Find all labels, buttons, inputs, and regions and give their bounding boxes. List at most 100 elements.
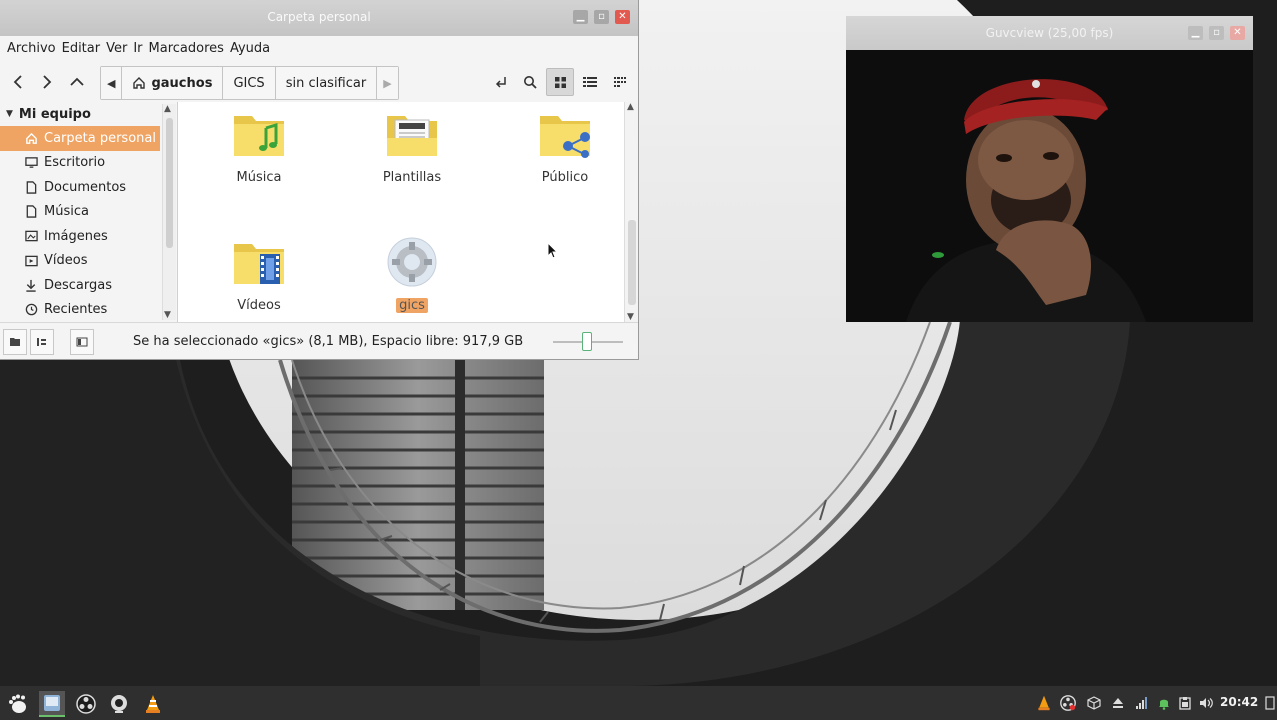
breadcrumb-gics[interactable]: GICS [223,67,276,99]
breadcrumb-gauchos[interactable]: gauchos [122,67,224,99]
toggle-location-button[interactable] [487,68,515,96]
file-item-label: Público [541,170,589,185]
bell-icon [1159,699,1169,710]
maximize-button[interactable]: ▫ [594,10,609,24]
file-item-plantillas[interactable]: Plantillas [352,108,472,185]
tray-network[interactable] [1132,693,1152,713]
file-item-publico[interactable]: Público [505,108,625,185]
menu-ayuda[interactable]: Ayuda [227,41,273,56]
tray-notifications[interactable] [1154,693,1174,713]
tree-icon [37,338,46,346]
taskbar: 20:42 [0,686,1277,720]
location-toggle-icon [495,77,506,88]
sidebar-icon [76,337,88,347]
minimize-button[interactable]: ▁ [1188,26,1203,40]
up-button[interactable] [63,68,91,96]
templates-folder-icon [387,116,437,156]
tray-clipboard[interactable] [1175,693,1195,713]
taskbar-obs[interactable] [73,691,99,717]
file-item-musica[interactable]: Música [199,108,319,185]
sidebar-item-imagenes[interactable]: Imágenes [0,224,177,249]
cube-icon [1087,696,1101,710]
app-menu-button[interactable] [4,691,30,717]
menu-ver[interactable]: Ver [103,41,130,56]
video-icon [24,254,38,268]
scroll-up-icon[interactable]: ▲ [164,104,171,114]
scroll-up-icon[interactable]: ▲ [627,102,634,112]
tray-volume[interactable] [1196,693,1216,713]
icon-view-button[interactable] [546,68,574,96]
file-item-label: gics [396,298,428,313]
sidebar-item-videos[interactable]: Vídeos [0,249,177,274]
compact-view-icon [614,77,626,87]
forward-button[interactable] [33,68,61,96]
volume-icon [1200,698,1213,708]
taskbar-guvcview[interactable] [106,691,132,717]
tray-dropbox[interactable] [1084,693,1104,713]
close-button[interactable]: ✕ [615,10,630,24]
collapse-arrow-icon: ▼ [6,109,13,119]
sidebar-item-label: Vídeos [44,253,88,269]
sidebar-header-label: Mi equipo [18,106,91,122]
compact-view-button[interactable] [606,68,634,96]
menu-marcadores[interactable]: Marcadores [146,41,227,56]
list-view-button[interactable] [576,68,604,96]
sidebar-item-escritorio[interactable]: Escritorio [0,151,177,176]
sidebar-item-recientes[interactable]: Recientes [0,298,177,323]
file-item-gics[interactable]: gics [352,236,472,313]
breadcrumb-left-arrow[interactable]: ◀ [101,67,123,99]
vlc-icon [1038,695,1050,711]
show-places-button[interactable] [3,329,27,355]
minimize-button[interactable]: ▁ [573,10,588,24]
menu-ir[interactable]: Ir [130,41,145,56]
sidebar-item-label: Recientes [44,302,108,318]
sidebar-item-descargas[interactable]: Descargas [0,273,177,298]
back-button[interactable] [4,68,32,96]
sidebar-scroll-thumb[interactable] [166,118,173,248]
menu-bar: Archivo Editar Ver Ir Marcadores Ayuda [0,36,638,60]
close-button[interactable]: ✕ [1230,26,1245,40]
gnome-foot-icon [9,694,26,713]
sidebar-item-label: Imágenes [44,228,108,244]
tray-vlc[interactable] [1034,693,1054,713]
sidebar-scrollbar[interactable]: ▲ ▼ [162,104,176,320]
file-item-videos[interactable]: Vídeos [199,236,319,313]
show-tree-button[interactable] [30,329,54,355]
webcam-video-feed [846,50,1253,322]
sidebar-item-musica[interactable]: Música [0,200,177,225]
content-scroll-thumb[interactable] [628,220,636,305]
title-bar[interactable]: Carpeta personal ▁ ▫ ✕ [0,0,638,36]
content-scrollbar[interactable]: ▲ ▼ [624,102,638,322]
signal-icon [1136,697,1147,709]
tray-obs[interactable] [1058,693,1078,713]
mouse-pointer-icon [547,242,559,259]
clock[interactable]: 20:42 [1220,695,1258,709]
toggle-sidebar-button[interactable] [70,329,94,355]
tray-session[interactable] [1260,693,1277,713]
taskbar-vlc[interactable] [140,691,166,717]
file-manager-icon [44,695,60,711]
taskbar-file-manager[interactable] [39,691,65,717]
sidebar-item-documentos[interactable]: Documentos [0,175,177,200]
menu-archivo[interactable]: Archivo [4,41,59,56]
menu-editar[interactable]: Editar [59,41,104,56]
home-icon [133,77,146,89]
breadcrumb-right-arrow[interactable]: ▶ [377,67,398,99]
title-bar[interactable]: Guvcview (25,00 fps) ▁ ▫ ✕ [846,16,1253,50]
obs-icon [76,694,96,714]
forward-icon [43,75,52,89]
file-item-label: Vídeos [237,298,281,313]
scroll-down-icon[interactable]: ▼ [627,312,634,322]
search-button[interactable] [516,68,544,96]
download-icon [24,278,38,292]
scroll-down-icon[interactable]: ▼ [164,310,171,320]
sidebar-item-carpeta-personal[interactable]: Carpeta personal [0,126,160,151]
desktop-icon [24,156,38,170]
search-icon [524,76,537,89]
maximize-button[interactable]: ▫ [1209,26,1224,40]
breadcrumb-sin-clasificar[interactable]: sin clasificar [275,67,378,99]
tray-eject[interactable] [1108,693,1128,713]
sidebar-item-label: Música [44,204,89,220]
zoom-slider-handle[interactable] [582,332,592,351]
sidebar-header[interactable]: ▼ Mi equipo [0,102,177,126]
